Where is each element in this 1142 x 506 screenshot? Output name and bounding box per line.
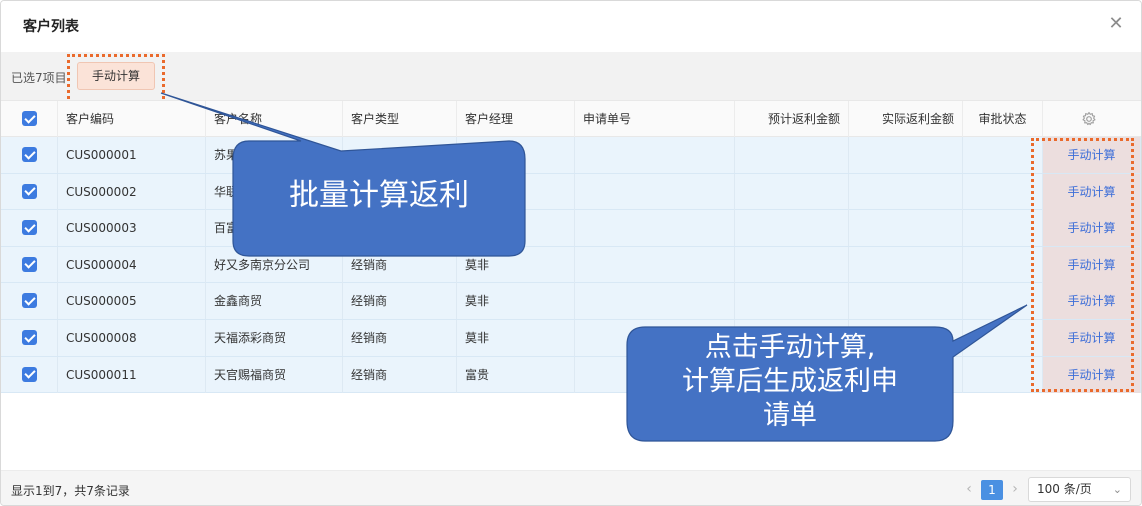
- page-size-value: 100 条/页: [1037, 482, 1092, 496]
- cell-name: 好又多南京分公司: [206, 246, 343, 283]
- modal-header: 客户列表 ✕: [1, 1, 1141, 52]
- cell-name: 天官赐福商贸: [206, 356, 343, 393]
- cell-type: 经销商: [343, 320, 457, 356]
- cell-expected-rebate: [735, 246, 849, 283]
- cell-manager: 莫非: [457, 283, 575, 320]
- select-all-checkbox[interactable]: [22, 111, 37, 126]
- table-row[interactable]: CUS000005 金鑫商贸 经销商 莫非 手动计算: [1, 283, 1141, 320]
- chevron-down-icon: ⌄: [1112, 483, 1122, 496]
- cell-code: CUS000008: [58, 320, 206, 356]
- cell-actual-rebate: [849, 173, 963, 210]
- row-checkbox-cell: [1, 137, 58, 173]
- prev-page-icon[interactable]: ‹: [961, 480, 977, 498]
- page-number-current[interactable]: 1: [981, 480, 1003, 500]
- cell-manager: 富贵: [457, 356, 575, 393]
- column-header-approval-status[interactable]: 审批状态: [963, 101, 1043, 137]
- column-header-expected-rebate[interactable]: 预计返利金额: [735, 101, 849, 137]
- row-checkbox-cell: [1, 283, 58, 320]
- single-callout-line3: 请单: [763, 400, 817, 431]
- cell-application-no: [575, 246, 735, 283]
- row-checkbox[interactable]: [22, 256, 37, 272]
- row-checkbox[interactable]: [22, 366, 37, 382]
- single-callout-line2: 计算后生成返利申: [682, 366, 898, 397]
- column-header-actual-rebate[interactable]: 实际返利金额: [849, 101, 963, 137]
- column-header-name[interactable]: 客户名称: [206, 101, 343, 137]
- row-checkbox[interactable]: [22, 147, 37, 162]
- cell-expected-rebate: [735, 283, 849, 320]
- column-header-application-no[interactable]: 申请单号: [575, 101, 735, 137]
- cell-manager: 莫非: [457, 320, 575, 356]
- single-callout-text: 点击手动计算, 计算后生成返利申 请单: [627, 331, 953, 433]
- modal-title: 客户列表: [23, 19, 79, 35]
- cell-application-no: [575, 283, 735, 320]
- single-callout-line1: 点击手动计算,: [704, 332, 876, 363]
- cell-application-no: [575, 173, 735, 210]
- table-header: 客户编码 客户名称 客户类型 客户经理 申请单号 预计返利金额 实际返利金额 审…: [1, 100, 1141, 137]
- gear-icon[interactable]: [1081, 111, 1097, 127]
- cell-code: CUS000003: [58, 210, 206, 247]
- row-checkbox-cell: [1, 173, 58, 210]
- cell-code: CUS000005: [58, 283, 206, 320]
- row-checkbox-cell: [1, 246, 58, 283]
- cell-actual-rebate: [849, 137, 963, 173]
- header-checkbox-cell: [1, 101, 58, 137]
- table-row[interactable]: CUS000002 华联 手动计算: [1, 173, 1141, 211]
- cell-application-no: [575, 137, 735, 173]
- row-checkbox[interactable]: [22, 330, 37, 345]
- batch-callout-text: 批量计算返利: [289, 178, 469, 213]
- cell-type: 经销商: [343, 246, 457, 283]
- table-row[interactable]: CUS000003 百富 手动计算: [1, 210, 1141, 247]
- page-size-select[interactable]: 100 条/页 ⌄: [1028, 477, 1131, 502]
- row-checkbox[interactable]: [22, 220, 37, 236]
- row-checkbox[interactable]: [22, 183, 37, 199]
- close-icon[interactable]: ✕: [1107, 15, 1125, 33]
- record-summary: 显示1到7，共7条记录: [11, 484, 130, 498]
- next-page-icon[interactable]: ›: [1007, 480, 1023, 498]
- row-checkbox-cell: [1, 210, 58, 247]
- cell-expected-rebate: [735, 173, 849, 210]
- table-row[interactable]: CUS000008 天福添彩商贸 经销商 莫非 手动计算: [1, 320, 1141, 357]
- pagination-footer: 显示1到7，共7条记录 ‹ 1 › 100 条/页 ⌄: [1, 470, 1141, 505]
- cell-expected-rebate: [735, 210, 849, 247]
- cell-actual-rebate: [849, 246, 963, 283]
- cell-name: 苏果: [206, 137, 343, 173]
- column-header-type[interactable]: 客户类型: [343, 101, 457, 137]
- toolbar: 已选7项目: [1, 52, 1141, 100]
- operation-column-highlight: [1031, 138, 1134, 392]
- row-checkbox-cell: [1, 320, 58, 356]
- row-checkbox-cell: [1, 356, 58, 393]
- selected-count-text: 已选7项目: [11, 71, 67, 85]
- table-row[interactable]: CUS000001 苏果 手动计算: [1, 137, 1141, 174]
- cell-code: CUS000002: [58, 173, 206, 210]
- cell-expected-rebate: [735, 137, 849, 173]
- cell-code: CUS000004: [58, 246, 206, 283]
- row-checkbox[interactable]: [22, 293, 37, 309]
- cell-code: CUS000001: [58, 137, 206, 173]
- cell-actual-rebate: [849, 283, 963, 320]
- customer-list-modal: 客户列表 ✕ 已选7项目 手动计算 客户编码 客户名称 客户类型 客户经理 申请…: [0, 0, 1142, 506]
- cell-application-no: [575, 210, 735, 247]
- cell-manager: 莫非: [457, 246, 575, 283]
- table-row[interactable]: CUS000004 好又多南京分公司 经销商 莫非 手动计算: [1, 246, 1141, 284]
- table-row[interactable]: CUS000011 天官赐福商贸 经销商 富贵 手动计算: [1, 356, 1141, 394]
- cell-actual-rebate: [849, 210, 963, 247]
- cell-name: 天福添彩商贸: [206, 320, 343, 356]
- column-header-manager[interactable]: 客户经理: [457, 101, 575, 137]
- cell-type: [343, 137, 457, 173]
- cell-manager: [457, 137, 575, 173]
- cell-code: CUS000011: [58, 356, 206, 393]
- cell-name: 金鑫商贸: [206, 283, 343, 320]
- column-header-code[interactable]: 客户编码: [58, 101, 206, 137]
- batch-button-highlight: [67, 54, 165, 105]
- cell-type: 经销商: [343, 283, 457, 320]
- cell-type: 经销商: [343, 356, 457, 393]
